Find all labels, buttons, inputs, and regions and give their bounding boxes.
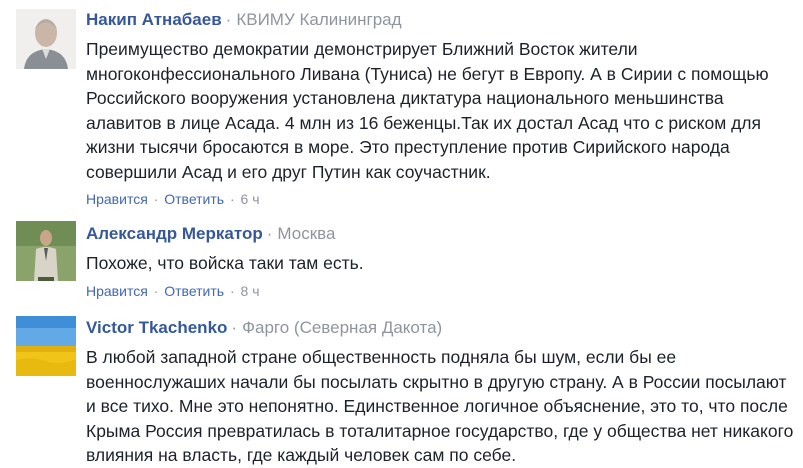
comment: Victor Tkachenko · Фарго (Северная Дакота)… <box>0 0 803 468</box>
author-name[interactable]: Victor Tkachenko <box>86 318 227 337</box>
avatar[interactable] <box>16 316 76 376</box>
comment-header: Victor Tkachenko · Фарго (Северная Дакота) <box>86 317 803 339</box>
separator-dot: · <box>231 318 238 337</box>
comment-text: В любой западной стране общественность п… <box>86 347 794 465</box>
avatar-ukraine-flag-field-icon <box>16 316 76 376</box>
author-location: Фарго (Северная Дакота) <box>242 318 443 337</box>
